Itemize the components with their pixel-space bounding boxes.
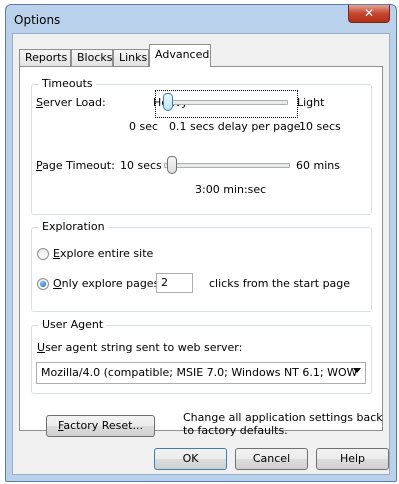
timeouts-group-title: Timeouts — [39, 77, 96, 90]
close-icon: ✕ — [363, 6, 375, 20]
user-agent-label: User agent string sent to web server: — [37, 341, 243, 354]
cancel-button[interactable]: Cancel — [235, 448, 308, 470]
page-timeout-max-label: 60 mins — [296, 159, 340, 172]
help-button[interactable]: Help — [316, 448, 389, 470]
title-bar[interactable]: Options ✕ — [6, 5, 396, 33]
exploration-group-title: Exploration — [39, 220, 108, 233]
options-dialog: Options ✕ Reports Blocks Links Advanced … — [5, 4, 397, 482]
server-load-light-label: Light — [297, 96, 325, 109]
depth-suffix-label: clicks from the start page — [209, 277, 351, 290]
server-load-max-label: 10 secs — [299, 120, 341, 133]
page-timeout-track[interactable] — [164, 163, 290, 168]
tab-label: Links — [119, 51, 148, 64]
factory-reset-description: Change all application settings back to f… — [183, 411, 383, 437]
tab-reports[interactable]: Reports — [19, 49, 71, 66]
only-explore-pages-label[interactable]: Only explore pages — [53, 277, 159, 290]
tab-blocks[interactable]: Blocks — [71, 49, 113, 66]
tab-label: Blocks — [77, 51, 113, 64]
server-load-slider-thumb[interactable] — [163, 93, 173, 111]
timeouts-group: Timeouts Server Load: Heavy Light 0 sec … — [31, 77, 372, 215]
explore-entire-site-radio[interactable] — [37, 248, 49, 260]
tab-advanced[interactable]: Advanced — [149, 44, 211, 67]
exploration-group: Exploration Explore entire site Only exp… — [31, 220, 372, 312]
page-timeout-value-label: 3:00 min:sec — [195, 183, 267, 196]
chevron-down-icon[interactable] — [353, 368, 361, 373]
tab-links[interactable]: Links — [113, 49, 149, 66]
server-load-value-label: 0.1 secs delay per page — [169, 120, 301, 133]
user-agent-group-title: User Agent — [39, 318, 107, 331]
ok-button[interactable]: OK — [154, 448, 227, 470]
user-agent-combobox[interactable]: Mozilla/4.0 (compatible; MSIE 7.0; Windo… — [36, 362, 366, 384]
dialog-client-area: Reports Blocks Links Advanced Timeouts S… — [12, 33, 390, 475]
page-timeout-slider-thumb[interactable] — [167, 156, 177, 174]
user-agent-group: User Agent User agent string sent to web… — [31, 318, 372, 394]
advanced-tab-panel: Timeouts Server Load: Heavy Light 0 sec … — [19, 66, 383, 437]
tab-label: Reports — [25, 51, 68, 64]
window-title: Options — [14, 13, 61, 27]
user-agent-value: Mozilla/4.0 (compatible; MSIE 7.0; Windo… — [41, 366, 358, 379]
explore-entire-site-label[interactable]: Explore entire site — [53, 247, 153, 260]
tab-label: Advanced — [155, 48, 210, 61]
page-timeout-min-label: 10 secs — [120, 159, 162, 172]
server-load-min-label: 0 sec — [129, 120, 159, 133]
server-load-track[interactable] — [166, 100, 288, 105]
server-load-label: Server Load: — [36, 96, 106, 109]
only-explore-pages-radio[interactable] — [37, 278, 49, 290]
page-timeout-label: Page Timeout: — [36, 159, 115, 172]
factory-reset-button[interactable]: Factory Reset... — [46, 415, 155, 437]
close-button[interactable]: ✕ — [348, 5, 390, 23]
depth-input[interactable]: 2 — [156, 273, 193, 293]
